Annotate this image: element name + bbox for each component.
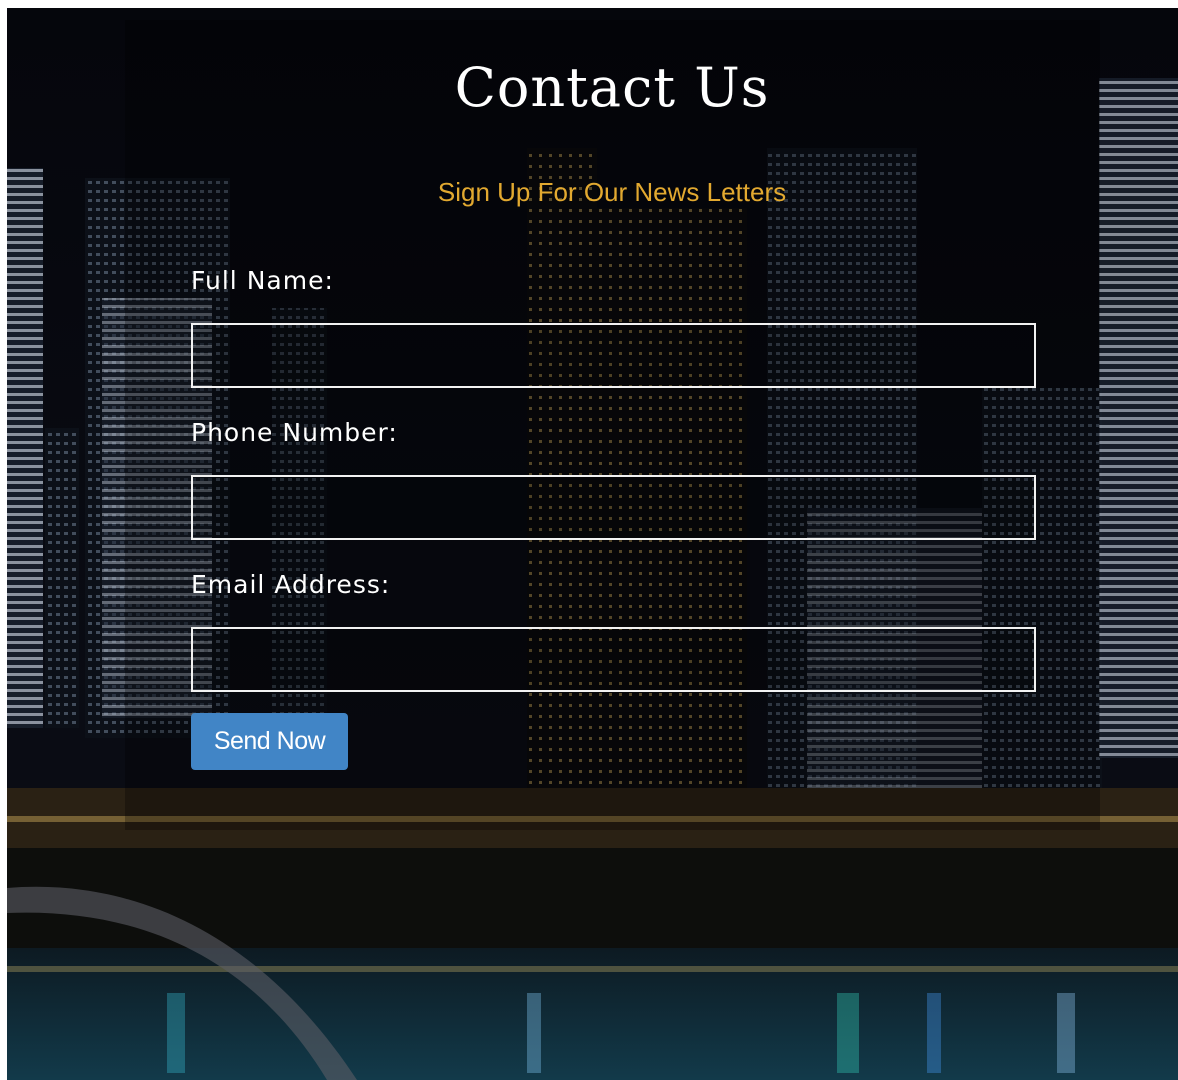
newsletter-subtitle: Sign Up For Our News Letters [437, 177, 787, 207]
full-name-input[interactable] [191, 323, 1036, 388]
contact-section: Contact Us Sign Up For Our News Letters … [7, 8, 1178, 1080]
full-name-label: Full Name: [191, 266, 334, 295]
page-title: Contact Us [454, 56, 770, 119]
phone-number-label: Phone Number: [191, 418, 398, 447]
phone-number-input[interactable] [191, 475, 1036, 540]
email-address-input[interactable] [191, 627, 1036, 692]
email-address-label: Email Address: [191, 570, 391, 599]
send-now-button[interactable]: Send Now [191, 713, 348, 770]
